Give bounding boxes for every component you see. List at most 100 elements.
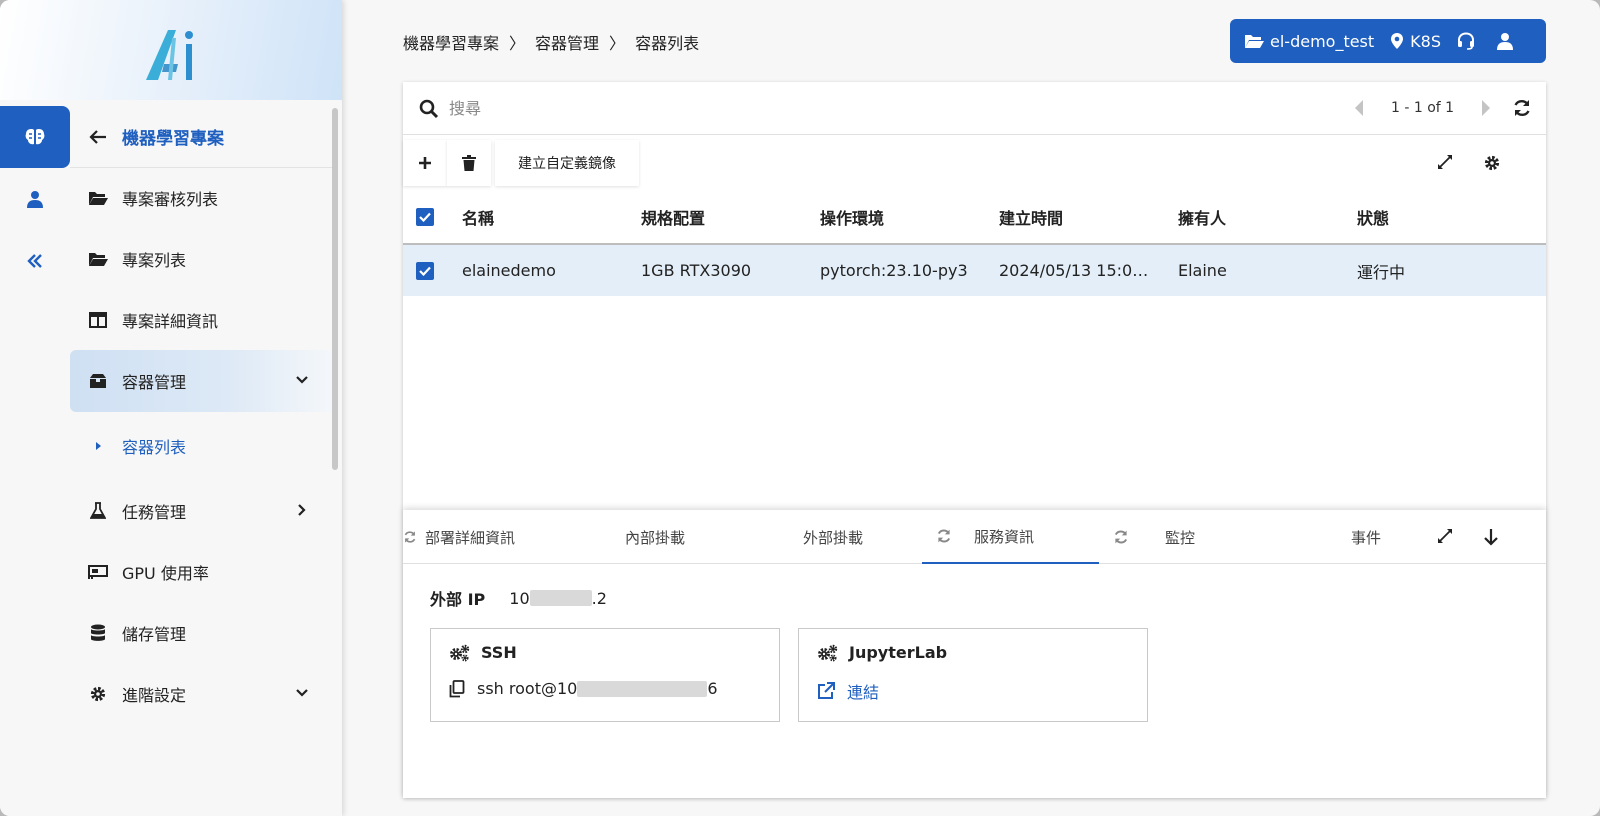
column-header-owner[interactable]: 擁有人 [1178,190,1348,243]
external-ip-row: 外部 IP 10 .2 [430,586,607,610]
column-header-spec[interactable]: 規格配置 [641,190,811,243]
chevron-left-icon[interactable] [1353,98,1365,118]
gear-icon [88,684,108,704]
ssh-card-title: SSH [449,643,517,662]
box-icon [88,371,108,391]
toolbar: 建立自定義鏡像 [403,136,1546,190]
breadcrumb-container-mgmt[interactable]: 容器管理 [535,30,599,54]
rail-user-button[interactable] [0,168,70,230]
cluster-selector[interactable]: K8S [1390,32,1441,51]
folder-open-icon [88,188,108,208]
rail-ml-project-button[interactable] [0,106,70,168]
sidebar-back-label: 機器學習專案 [122,129,224,149]
topbar-project-bar: el-demo_test K8S [1230,19,1546,63]
plus-icon [419,157,431,169]
tab-label: 服務資訊 [974,527,1035,546]
sidebar-back-ml-project[interactable]: 機器學習專案 [70,106,332,168]
project-selector[interactable]: el-demo_test [1244,32,1374,51]
headset-icon [1458,32,1474,50]
sidebar-item-container-mgmt[interactable]: 容器管理 [70,350,332,412]
ssh-card: SSH ssh root@10 6 [430,628,780,722]
tab-service-info[interactable]: 服務資訊 [922,510,1099,564]
cluster-name: K8S [1410,31,1441,51]
create-custom-image-button[interactable]: 建立自定義鏡像 [495,140,639,186]
cell-created-time: 2024/05/13 15:0… [999,261,1149,280]
tab-monitoring[interactable]: 監控 [1113,510,1195,564]
sidebar-item-task-mgmt[interactable]: 任務管理 [70,480,332,542]
refresh-icon[interactable] [1512,98,1532,118]
sidebar-item-label: 容器列表 [122,438,187,457]
column-header-environment[interactable]: 操作環境 [820,190,990,243]
redacted-mask [577,680,708,697]
pagination: 1 - 1 of 1 [1353,98,1492,118]
ssh-command-row: ssh root@10 6 [449,679,718,698]
caret-right-icon [88,436,108,456]
tab-external-mount[interactable]: 外部掛載 [803,510,863,564]
column-header-name[interactable]: 名稱 [462,190,632,243]
external-ip-suffix: .2 [591,588,607,608]
project-name: el-demo_test [1270,31,1375,51]
brain-icon [25,129,45,145]
app-logo [146,30,193,80]
column-header-created-time[interactable]: 建立時間 [999,190,1169,243]
expand-icon[interactable] [1437,528,1453,544]
search-row: 1 - 1 of 1 [403,82,1546,135]
create-custom-image-label: 建立自定義鏡像 [518,156,616,172]
sidebar-scrollbar[interactable] [332,108,338,470]
rail-collapse-button[interactable] [0,230,70,292]
jupyterlab-connect-link[interactable]: 連結 [817,679,879,703]
pager-text: 1 - 1 of 1 [1391,100,1455,116]
gear-icon[interactable] [1483,154,1501,172]
sidebar-item-project-review[interactable]: 專案審核列表 [70,167,332,229]
check-icon [419,266,431,276]
arrow-down-icon[interactable] [1483,528,1499,546]
tab-label: 部署詳細資訊 [425,528,516,547]
support-button[interactable] [1457,32,1481,50]
search-input[interactable] [449,94,1149,122]
sidebar-item-label: 容器管理 [122,373,187,392]
chevron-right-icon[interactable] [1480,98,1492,118]
sidebar-item-gpu-usage[interactable]: GPU 使用率 [70,541,332,603]
user-account-button[interactable] [1497,32,1519,50]
sidebar-item-container-list[interactable]: 容器列表 [70,415,332,477]
column-header-status[interactable]: 狀態 [1357,190,1527,243]
sidebar-item-storage-mgmt[interactable]: 儲存管理 [70,602,332,664]
sidebar-item-project-list[interactable]: 專案列表 [70,228,332,290]
sidebar-item-label: 進階設定 [122,686,187,705]
cell-status: 運行中 [1357,262,1406,282]
sidebar-item-project-detail[interactable]: 專案詳細資訊 [70,289,332,351]
sidebar-item-label: 專案詳細資訊 [122,312,219,331]
tab-deployment-detail[interactable]: 部署詳細資訊 [403,510,515,564]
jupyterlab-card: JupyterLab 連結 [798,628,1148,722]
ssh-command-prefix: ssh root@10 [477,679,578,698]
breadcrumb-ml-project[interactable]: 機器學習專案 [403,30,499,54]
copy-icon[interactable] [449,679,465,698]
ssh-command-suffix: 6 [707,679,718,698]
sidebar-item-label: 專案列表 [122,251,187,270]
ssh-title: SSH [481,643,517,662]
refresh-icon [404,531,416,543]
cell-owner: Elaine [1178,261,1227,280]
external-ip-prefix: 10 [509,588,530,608]
external-ip-label: 外部 IP [430,590,486,609]
flask-icon [88,501,108,521]
table-header: 名稱 規格配置 操作環境 建立時間 擁有人 狀態 [403,190,1546,245]
tab-internal-mount[interactable]: 內部掛載 [625,510,685,564]
cell-environment: pytorch:23.10-py3 [820,261,968,280]
add-button[interactable] [403,140,447,186]
tab-events[interactable]: 事件 [1351,510,1381,564]
logo-area [0,0,342,100]
table-row[interactable]: elainedemo 1GB RTX3090 pytorch:23.10-py3… [403,245,1546,296]
select-all-checkbox[interactable] [416,208,434,226]
trash-icon [462,155,476,171]
delete-button[interactable] [447,140,491,186]
cogs-icon [450,644,470,661]
jupyterlab-link-label: 連結 [847,683,880,702]
jupyterlab-title: JupyterLab [849,643,948,662]
arrow-left-icon [88,127,108,147]
expand-icon[interactable] [1437,154,1453,170]
sidebar-item-advanced-settings[interactable]: 進階設定 [70,663,332,725]
row-checkbox[interactable] [416,262,434,280]
app-window: 機器學習專案 專案審核列表 專案列表 專案詳細資訊 容器管理 容器列表 任務管理… [0,0,1600,816]
sidebar-item-label: 專案審核列表 [122,190,219,209]
